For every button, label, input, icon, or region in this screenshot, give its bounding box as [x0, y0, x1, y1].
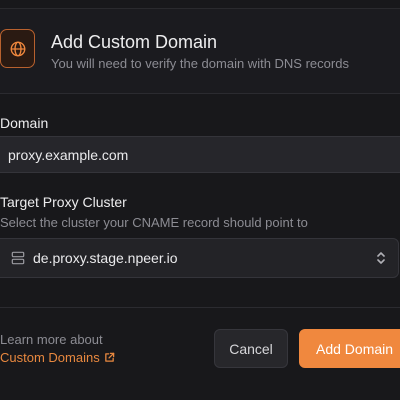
- server-icon: [11, 251, 25, 265]
- add-domain-button[interactable]: Add Domain: [299, 329, 400, 368]
- footer-divider: [0, 307, 400, 308]
- cluster-help-text: Select the cluster your CNAME record sho…: [0, 215, 308, 230]
- globe-icon: [10, 41, 25, 56]
- external-link-icon: [104, 352, 114, 362]
- cancel-button[interactable]: Cancel: [214, 329, 288, 368]
- cluster-select-value: de.proxy.stage.npeer.io: [33, 250, 178, 266]
- add-custom-domain-modal: Add Custom Domain You will need to verif…: [0, 0, 400, 400]
- custom-domains-link-label: Custom Domains: [0, 350, 100, 365]
- learn-more-text: Learn more about: [0, 332, 103, 347]
- modal-subtitle: You will need to verify the domain with …: [51, 56, 349, 71]
- domain-label: Domain: [0, 115, 49, 131]
- cluster-select[interactable]: de.proxy.stage.npeer.io: [0, 238, 399, 278]
- modal-header: Add Custom Domain You will need to verif…: [0, 9, 400, 94]
- domain-input[interactable]: [0, 136, 400, 173]
- globe-icon-container: [0, 29, 35, 68]
- cluster-label: Target Proxy Cluster: [0, 194, 127, 210]
- chevron-up-down-icon: [377, 252, 385, 264]
- modal-title: Add Custom Domain: [51, 32, 218, 52]
- custom-domains-link[interactable]: Custom Domains: [0, 350, 115, 365]
